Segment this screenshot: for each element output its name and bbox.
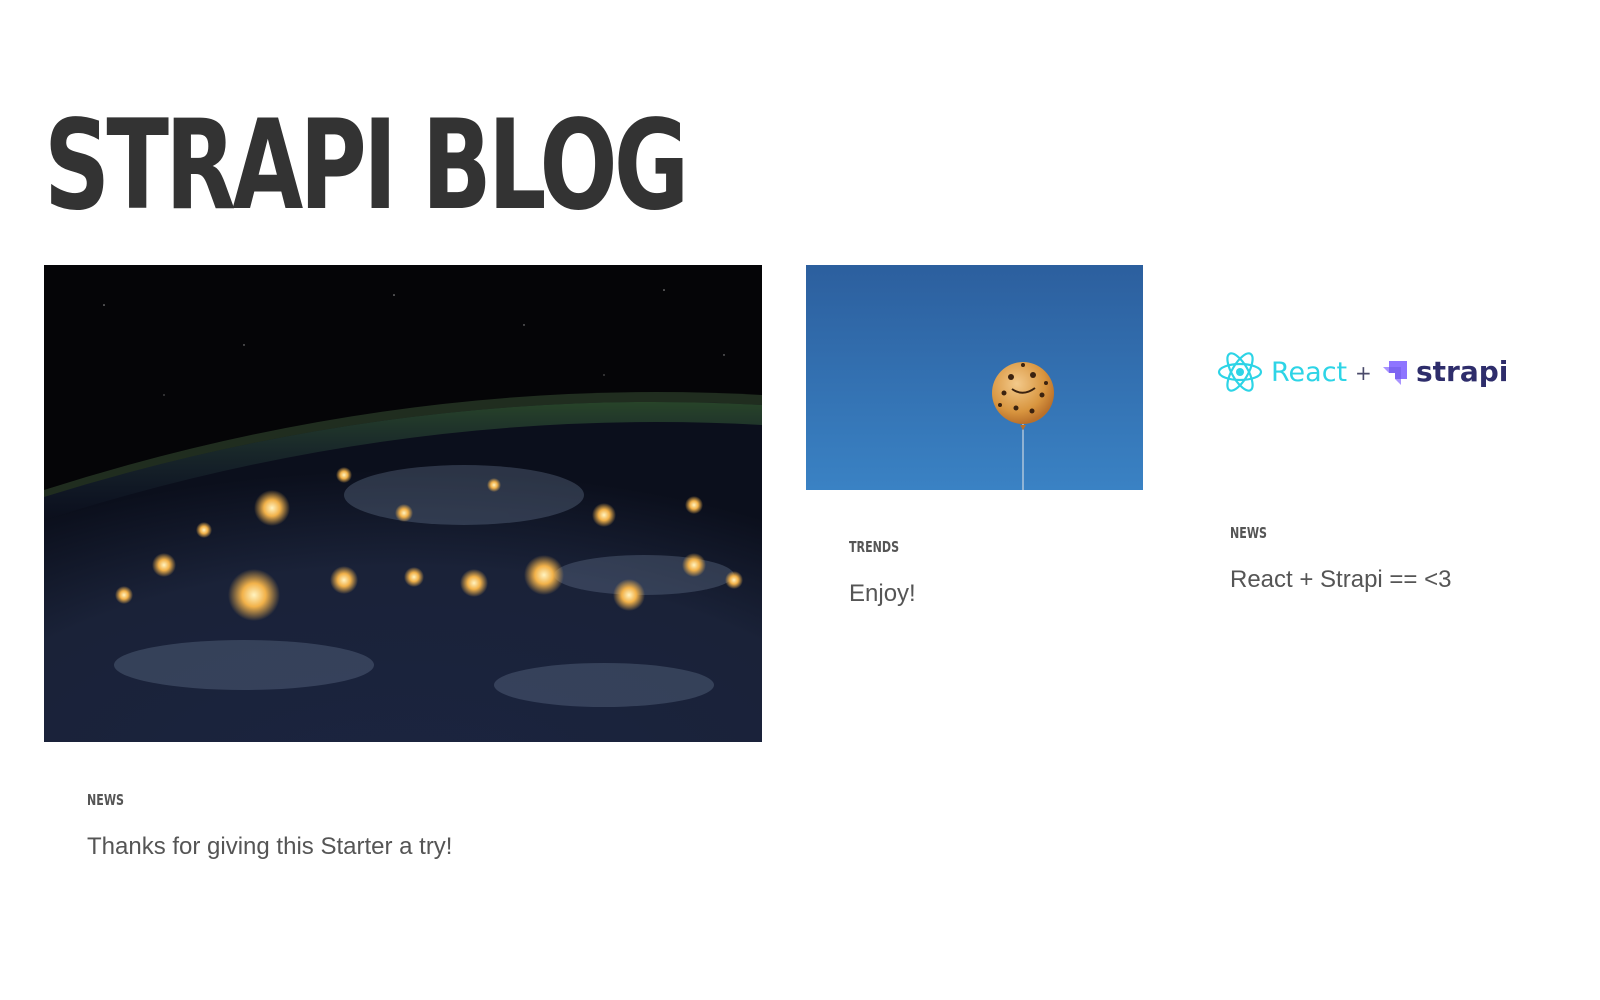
page: Strapi Blog [0, 0, 1600, 1000]
article-image-cookie-balloon[interactable] [806, 265, 1143, 490]
cookie-balloon-image [806, 265, 1143, 490]
react-logo-icon [1217, 352, 1263, 392]
react-strapi-logos-image: React + strapi [1217, 352, 1508, 392]
article-card-3[interactable]: React + strapi news React + Strapi == <3 [1187, 265, 1537, 610]
page-title: Strapi Blog [44, 94, 689, 238]
article-title[interactable]: Enjoy! [849, 580, 916, 608]
strapi-logo-icon [1383, 361, 1407, 385]
article-image-earth-at-night[interactable] [44, 265, 762, 742]
article-title[interactable]: Thanks for giving this Starter a try! [87, 833, 452, 861]
plus-sign: + [1355, 361, 1372, 385]
react-logo-text: React [1271, 357, 1347, 388]
article-card-1[interactable]: news Thanks for giving this Starter a tr… [44, 265, 762, 885]
earth-night-image [44, 265, 762, 742]
article-category: news [1230, 524, 1268, 542]
article-card-2[interactable]: trends Enjoy! [806, 265, 1143, 625]
article-category: trends [849, 538, 900, 556]
article-category: news [87, 791, 125, 809]
article-title[interactable]: React + Strapi == <3 [1230, 566, 1451, 594]
strapi-logo-text: strapi [1416, 355, 1508, 388]
article-image-react-strapi[interactable]: React + strapi [1187, 265, 1537, 475]
